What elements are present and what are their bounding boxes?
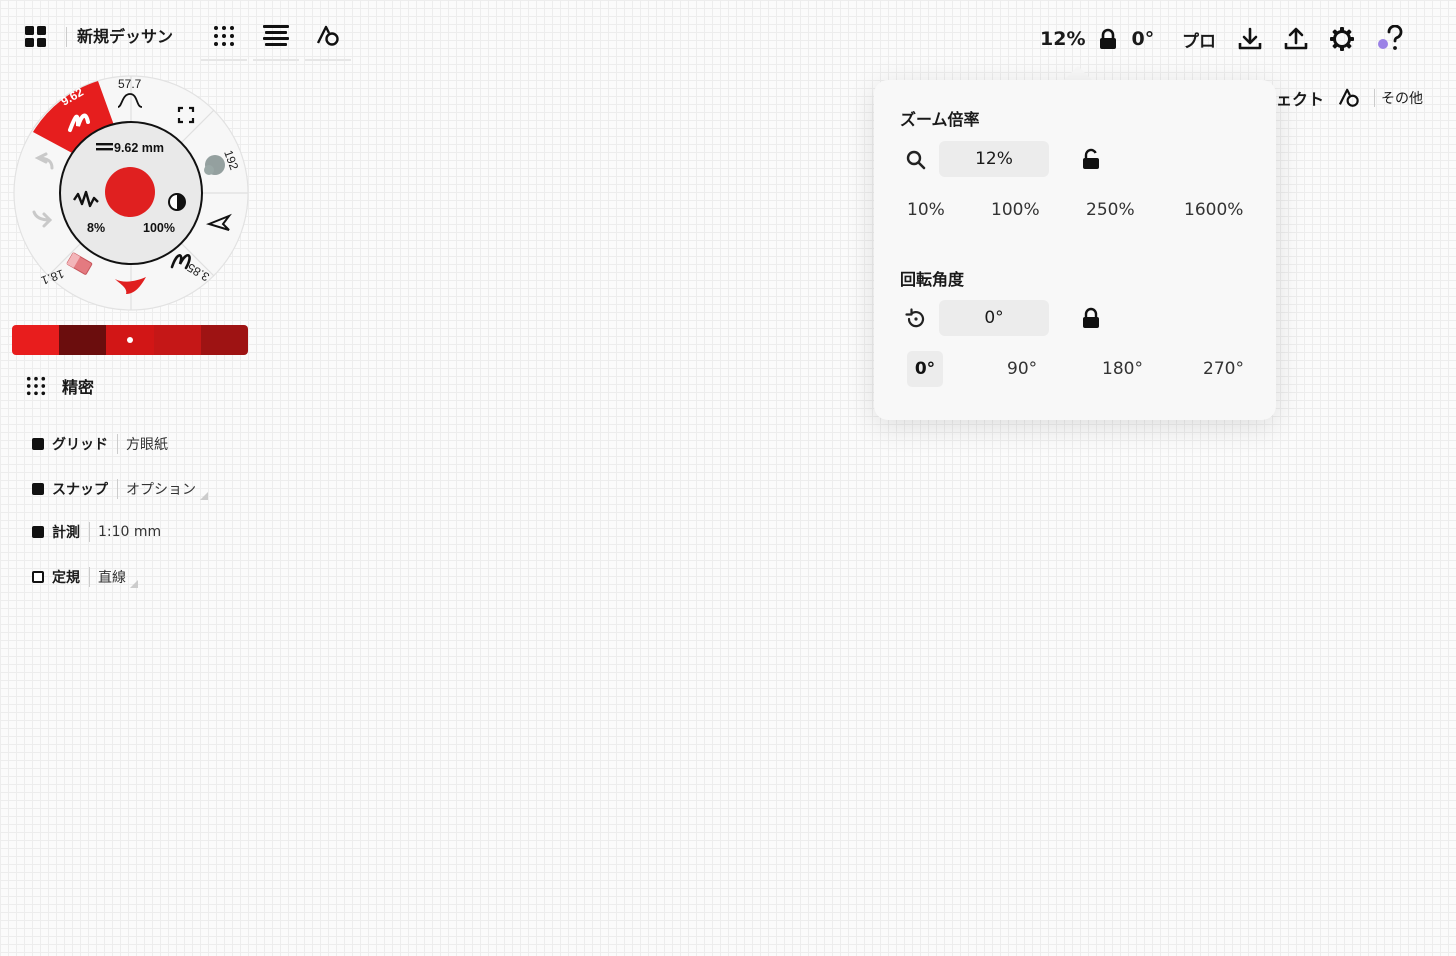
zoom-rotation-popover: ズーム倍率 12% 10% 100% 250% 1600% 回転角度 0° 0°… <box>874 80 1276 420</box>
option-snap[interactable]: スナップ オプション <box>32 478 208 500</box>
layers-button[interactable] <box>253 13 300 61</box>
download-icon[interactable] <box>1238 27 1262 51</box>
share-icon[interactable] <box>1284 27 1308 51</box>
smoothing-value: 8% <box>87 221 105 235</box>
ruler-value[interactable]: 直線 <box>90 567 126 587</box>
precision-label: 精密 <box>62 378 95 397</box>
submenu-indicator <box>200 492 208 500</box>
other-button[interactable]: その他 <box>1381 88 1423 108</box>
divider <box>1374 89 1376 107</box>
rotation-preset-90[interactable]: 90° <box>1007 359 1037 379</box>
grid-value[interactable]: 方眼紙 <box>118 434 168 454</box>
snap-checkbox[interactable] <box>32 483 44 495</box>
opacity-icon[interactable] <box>168 193 186 211</box>
zoom-preset-10[interactable]: 10% <box>907 200 945 220</box>
ruler-label: 定規 <box>52 567 90 587</box>
rotation-preset-0[interactable]: 0° <box>907 351 943 387</box>
palette-swatch[interactable] <box>106 325 154 355</box>
option-grid[interactable]: グリッド 方眼紙 <box>32 434 168 454</box>
ruler-checkbox[interactable] <box>32 571 44 583</box>
gear-icon[interactable] <box>1330 27 1354 51</box>
lock-icon <box>1100 28 1117 49</box>
lock-icon[interactable] <box>1081 307 1101 329</box>
dots-grid-icon <box>26 376 46 396</box>
option-measure[interactable]: 計測 1:10 mm <box>32 522 161 542</box>
snap-label: スナップ <box>52 479 118 499</box>
option-ruler[interactable]: 定規 直線 <box>32 566 138 588</box>
precision-toggle[interactable]: 精密 <box>26 374 94 398</box>
opacity-value: 100% <box>143 221 175 235</box>
color-palette <box>12 325 248 355</box>
measure-label: 計測 <box>52 522 90 542</box>
unlock-icon[interactable] <box>1081 148 1101 170</box>
drawing-title[interactable]: 新規デッサン <box>66 27 173 47</box>
grid-checkbox[interactable] <box>32 438 44 450</box>
snap-value[interactable]: オプション <box>118 479 196 499</box>
grid-gallery-icon <box>25 26 46 47</box>
palette-swatch[interactable] <box>59 325 107 355</box>
rotation-preset-270[interactable]: 270° <box>1203 359 1244 379</box>
dots-grid-icon <box>214 26 235 46</box>
right-toolbar: プロ <box>1182 20 1406 58</box>
palette-swatch[interactable] <box>153 325 201 355</box>
zoom-level: 12% <box>1040 28 1086 50</box>
zoom-preset-250[interactable]: 250% <box>1086 200 1135 220</box>
rotation-preset-180[interactable]: 180° <box>1102 359 1143 379</box>
measure-checkbox[interactable] <box>32 526 44 538</box>
shapes-icon <box>316 25 339 46</box>
magnifier-icon <box>906 150 926 170</box>
grid-label: グリッド <box>52 434 118 454</box>
gallery-button[interactable] <box>16 17 56 57</box>
rotation-level: 0° <box>1131 28 1155 50</box>
help-icon[interactable] <box>1376 25 1406 53</box>
zoom-preset-100[interactable]: 100% <box>991 200 1040 220</box>
objects-button[interactable] <box>305 13 352 61</box>
pro-button[interactable]: プロ <box>1182 27 1216 52</box>
top-left-toolbar: 新規デッサン <box>16 13 352 61</box>
rotation-input[interactable]: 0° <box>939 300 1049 336</box>
object-toolbar-row: ジェクト その他 <box>1260 84 1423 112</box>
rotation-heading: 回転角度 <box>900 270 965 289</box>
layers-icon <box>263 25 290 46</box>
brush-size-readout[interactable]: 9.62 mm <box>114 141 164 155</box>
submenu-indicator <box>130 580 138 588</box>
zoom-rotation-readout[interactable]: 12% 0° <box>1028 20 1166 58</box>
palette-swatch[interactable] <box>200 325 248 355</box>
palette-swatch[interactable] <box>12 325 60 355</box>
zoom-input[interactable]: 12% <box>939 141 1049 177</box>
zoom-preset-1600[interactable]: 1600% <box>1184 200 1243 220</box>
current-color-swatch[interactable] <box>105 167 155 217</box>
selected-swatch-indicator <box>127 337 133 343</box>
rotate-reset-icon[interactable] <box>905 308 927 330</box>
measure-value[interactable]: 1:10 mm <box>90 524 161 540</box>
brush-wheel: 9.62 57.7 192 3.85 18.1 9.62 mm 8% 100% <box>13 75 249 311</box>
slot-top-value: 57.7 <box>118 77 142 91</box>
precision-grid-button[interactable] <box>201 13 248 61</box>
zoom-heading: ズーム倍率 <box>900 110 980 129</box>
popover-caret <box>1064 66 1092 80</box>
shapes-icon[interactable] <box>1338 88 1360 108</box>
